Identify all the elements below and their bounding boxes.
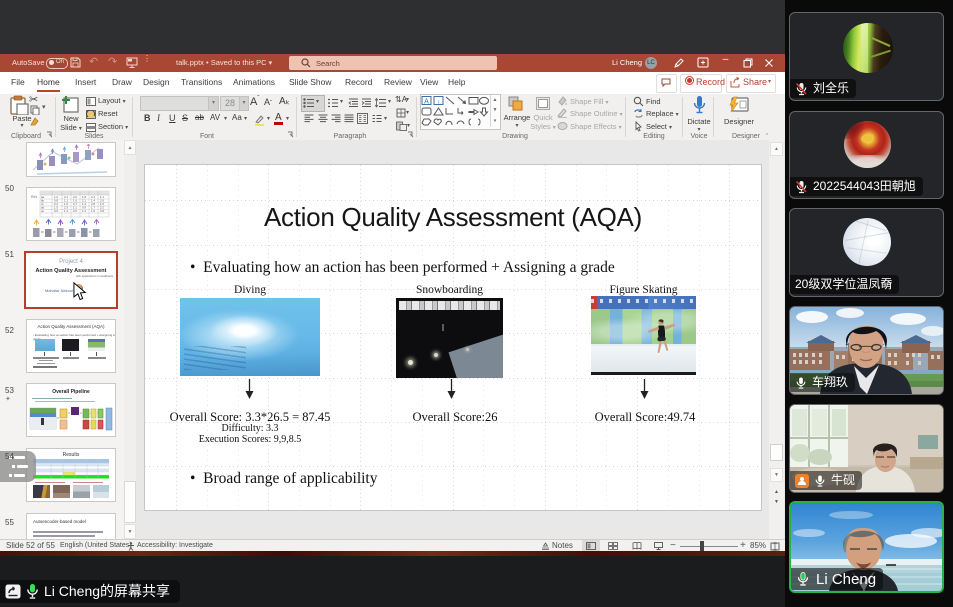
svg-text:2.5: 2.5: [73, 209, 77, 213]
svg-text:1.2: 1.2: [82, 209, 86, 213]
svg-text:1.9: 1.9: [91, 209, 95, 213]
svg-text:1.4: 1.4: [64, 209, 68, 213]
svg-text:0.9: 0.9: [54, 209, 58, 213]
svg-text:↓: ↓: [437, 99, 440, 105]
svg-text:0.8: 0.8: [100, 209, 104, 213]
svg-text:Res: Res: [31, 195, 37, 199]
svg-text:A: A: [424, 98, 429, 105]
svg-text:ee: ee: [41, 209, 45, 213]
